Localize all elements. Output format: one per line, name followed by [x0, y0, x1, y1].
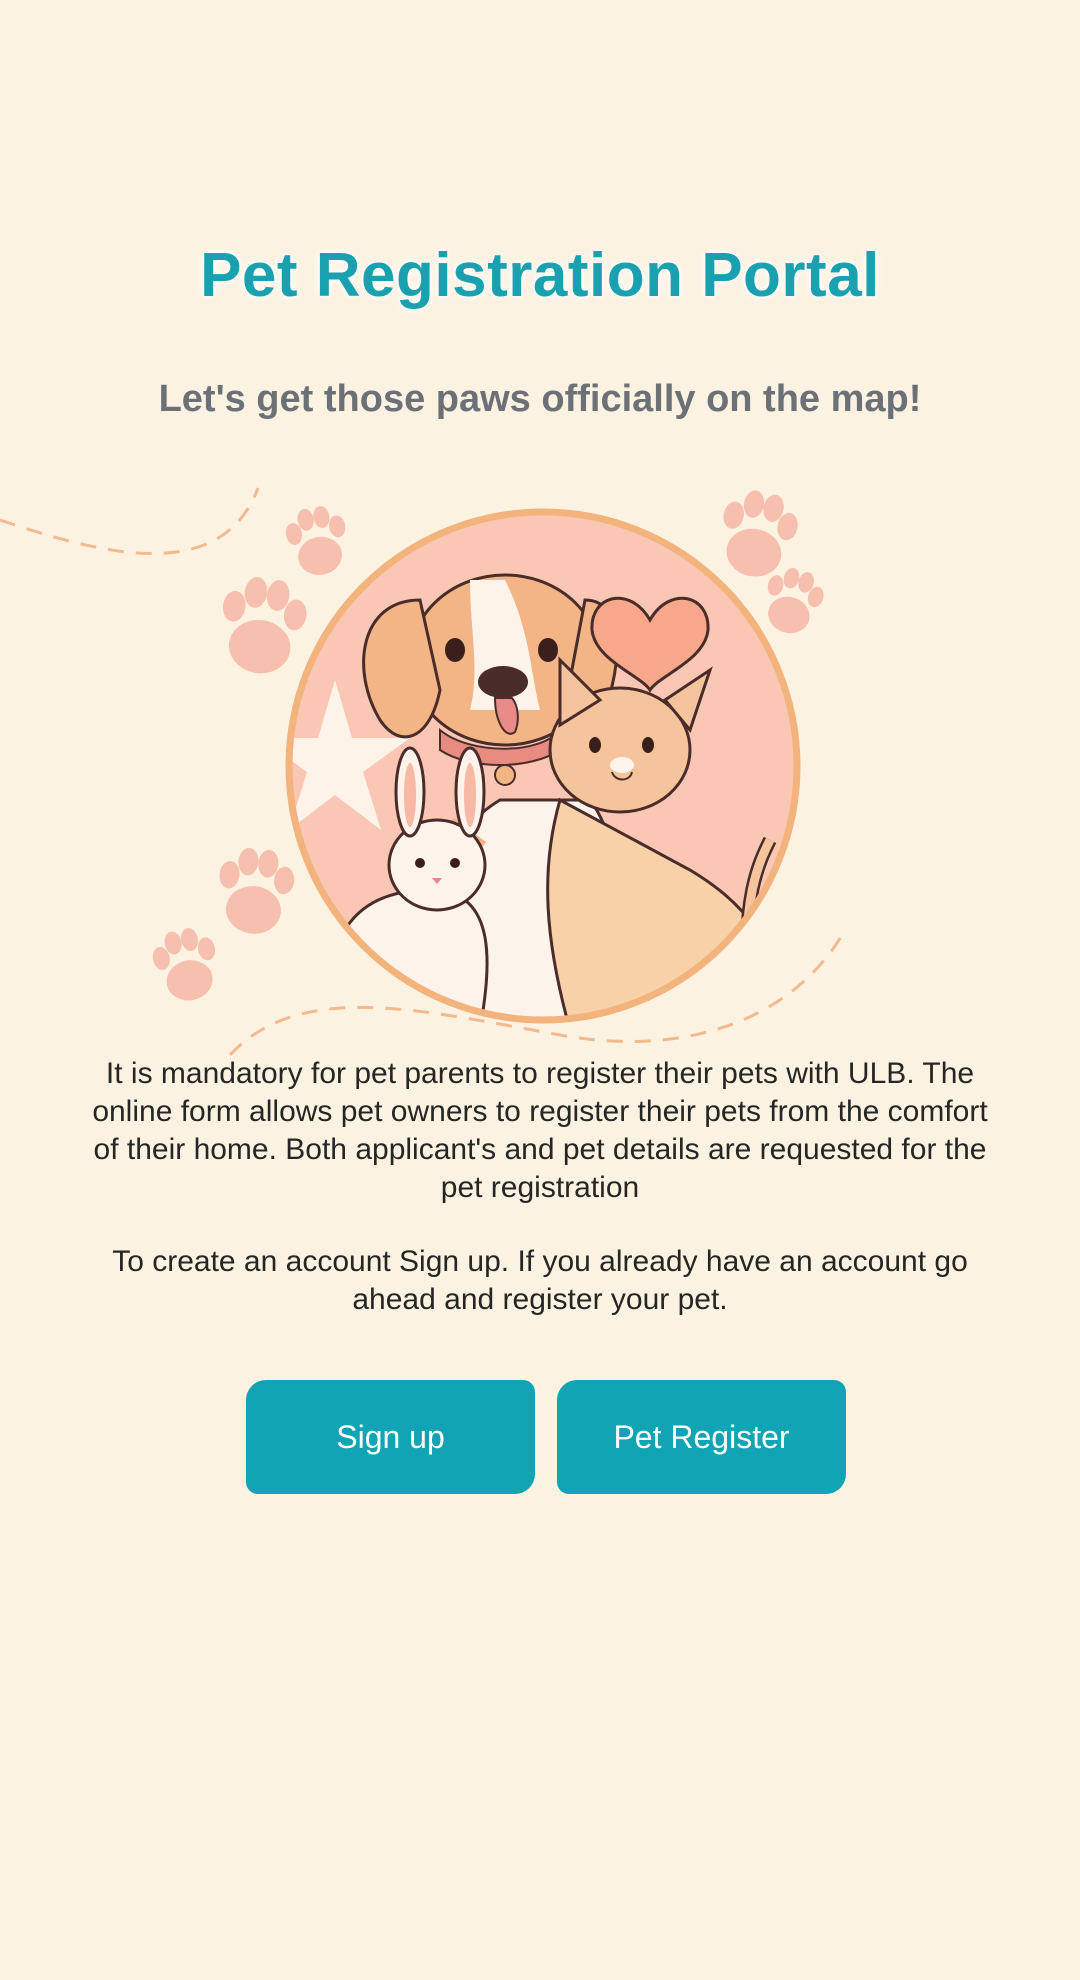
pet-register-button[interactable]: Pet Register: [557, 1380, 846, 1494]
page-title: Pet Registration Portal: [200, 241, 880, 310]
pets-hero-illustration: [0, 484, 847, 1057]
landing-page: Pet Registration Portal Let's get those …: [0, 0, 1080, 1980]
dashed-curve-top: [0, 487, 260, 556]
sign-up-button[interactable]: Sign up: [246, 1380, 535, 1494]
paw-print-icon: [213, 845, 298, 938]
description-text: It is mandatory for pet parents to regis…: [92, 1057, 988, 1204]
paw-print-icon: [282, 502, 353, 580]
paw-print-icon: [148, 923, 225, 1007]
instruction-text: To create an account Sign up. If you alr…: [112, 1245, 968, 1316]
page-subtitle: Let's get those paws officially on the m…: [158, 378, 922, 420]
paw-print-icon: [214, 572, 311, 679]
